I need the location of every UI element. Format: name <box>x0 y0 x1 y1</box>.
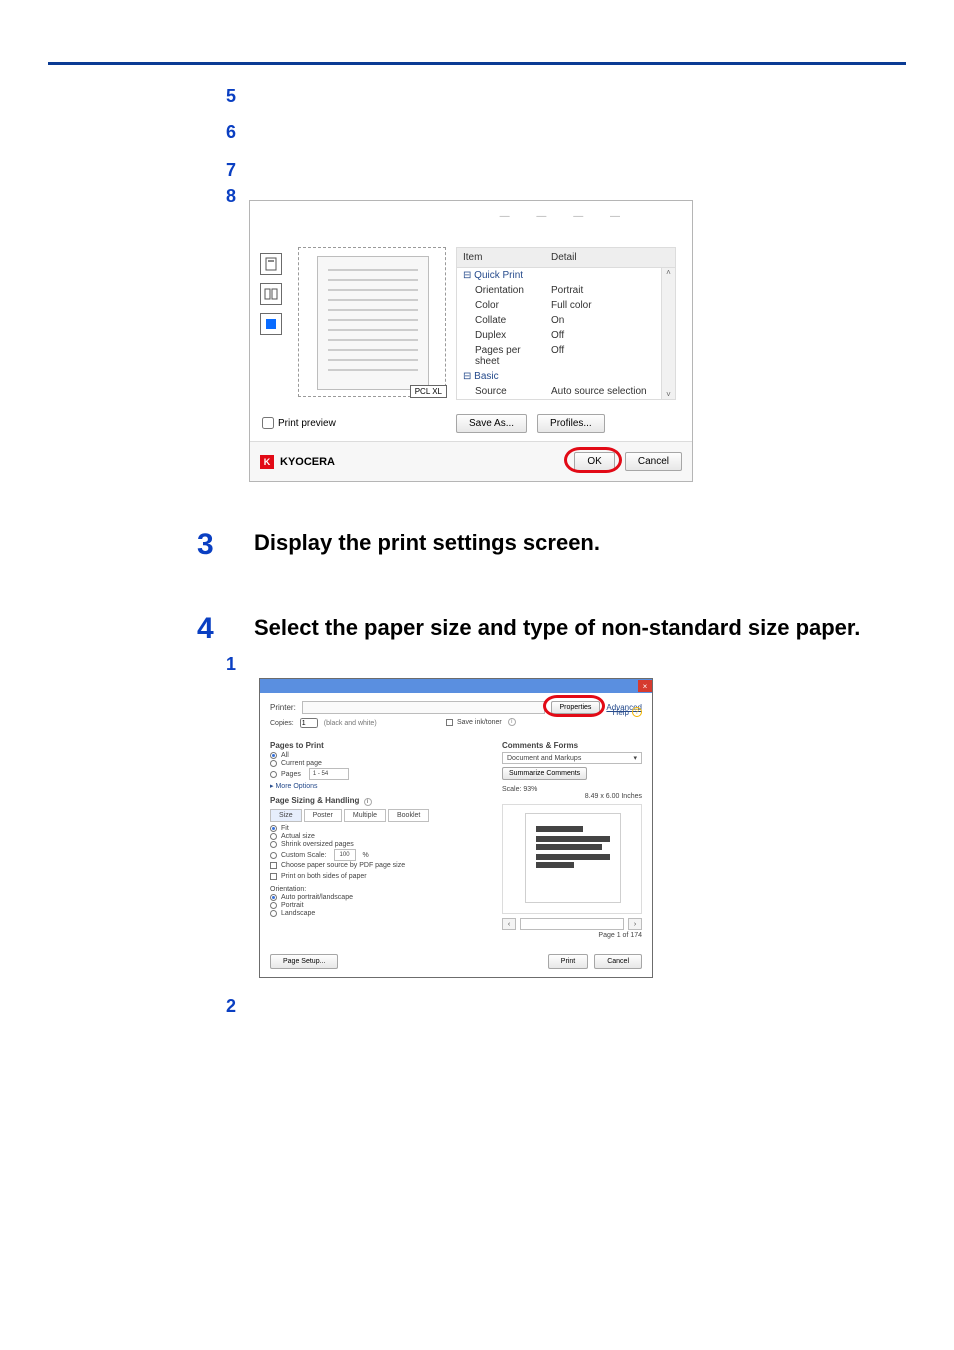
opt-fit[interactable]: Fit <box>270 825 490 832</box>
opt-all[interactable]: All <box>270 752 490 759</box>
opt-portrait[interactable]: Portrait <box>270 902 490 909</box>
more-options-toggle[interactable]: ▸ More Options <box>270 782 490 790</box>
tab-poster[interactable]: Poster <box>304 809 342 822</box>
col-item: Item <box>457 248 545 267</box>
sizing-title: Page Sizing & Handling i <box>270 796 490 806</box>
color-icon[interactable] <box>260 313 282 335</box>
step-4-title: Select the paper size and type of non-st… <box>254 615 860 641</box>
properties-button[interactable]: Properties <box>551 701 601 714</box>
info-icon-2[interactable]: i <box>364 798 372 806</box>
summarize-comments-button[interactable]: Summarize Comments <box>502 767 587 780</box>
group-quick-print[interactable]: Quick Print <box>457 268 675 283</box>
substep-7: 7 <box>226 160 236 181</box>
tab-size[interactable]: Size <box>270 809 302 822</box>
tab-booklet[interactable]: Booklet <box>388 809 429 822</box>
page-preview: PCL XL <box>298 247 446 397</box>
scroll-up-icon[interactable]: ˄ <box>666 268 671 277</box>
save-as-button[interactable]: Save As... <box>456 414 527 433</box>
substep-6: 6 <box>226 122 236 143</box>
choose-paper-source-checkbox[interactable]: Choose paper source by PDF page size <box>270 862 490 869</box>
kyocera-brand: K KYOCERA <box>260 455 335 469</box>
comments-forms-title: Comments & Forms <box>502 741 642 750</box>
group-basic[interactable]: Basic <box>457 369 675 384</box>
close-icon[interactable]: × <box>638 680 652 692</box>
page-top-rule <box>48 62 906 65</box>
page-slider[interactable] <box>520 918 624 930</box>
row-pages-per-sheet[interactable]: Pages per sheetOff <box>457 343 675 369</box>
orientation-title: Orientation: <box>270 886 490 893</box>
print-preview-thumbnail <box>502 804 642 914</box>
print-button[interactable]: Print <box>548 954 588 969</box>
substep-8: 8 <box>226 186 236 207</box>
pages-range-input[interactable]: 1 - 54 <box>309 768 349 780</box>
row-color[interactable]: ColorFull color <box>457 298 675 313</box>
step-3-title: Display the print settings screen. <box>254 530 600 556</box>
chevron-down-icon: ▾ <box>633 754 637 762</box>
printer-label: Printer: <box>270 703 296 712</box>
row-duplex[interactable]: DuplexOff <box>457 328 675 343</box>
print-dialog-titlebar[interactable]: × <box>260 679 652 693</box>
print-preview-label: Print preview <box>278 418 336 429</box>
prev-page-button[interactable]: ‹ <box>502 918 516 930</box>
print-dialog: × Printer: Properties Advanced Copies: (… <box>259 678 653 978</box>
row-copies[interactable]: Copies1 <box>457 399 675 400</box>
ok-button[interactable]: OK <box>574 452 614 471</box>
comments-forms-select[interactable]: Document and Markups▾ <box>502 752 642 764</box>
scale-readout: Scale: 93% <box>502 786 642 793</box>
orientation-icon[interactable] <box>260 253 282 275</box>
copies-input[interactable] <box>300 718 318 728</box>
printer-preferences-dialog: — — — — PCL XL Item Detail Quick Print <box>249 200 693 482</box>
pdl-badge: PCL XL <box>410 385 447 398</box>
opt-shrink[interactable]: Shrink oversized pages <box>270 841 490 848</box>
opt-custom-scale[interactable]: Custom Scale: 100 % <box>270 849 490 861</box>
brand-text: KYOCERA <box>280 456 335 468</box>
profiles-button[interactable]: Profiles... <box>537 414 605 433</box>
opt-auto-orient[interactable]: Auto portrait/landscape <box>270 894 490 901</box>
save-ink-label: Save ink/toner <box>457 719 502 726</box>
print-preview-checkbox[interactable] <box>262 417 274 429</box>
substep-4-2: 2 <box>226 996 236 1017</box>
cancel-button[interactable]: Cancel <box>625 452 682 471</box>
bw-note: (black and white) <box>324 720 377 727</box>
tab-placeholder-icon: — — — — <box>500 211 632 222</box>
pages-to-print-title: Pages to Print <box>270 741 490 750</box>
scroll-down-icon[interactable]: ˅ <box>666 390 671 399</box>
page-setup-button[interactable]: Page Setup... <box>270 954 338 969</box>
substep-5: 5 <box>226 86 236 107</box>
substep-4-1: 1 <box>226 654 236 675</box>
copies-label: Copies: <box>270 720 294 727</box>
prefs-side-icons <box>260 253 290 343</box>
step-3-number: 3 <box>197 528 214 562</box>
next-page-button[interactable]: › <box>628 918 642 930</box>
row-orientation[interactable]: OrientationPortrait <box>457 283 675 298</box>
info-icon[interactable]: i <box>508 718 516 726</box>
row-source[interactable]: SourceAuto source selection <box>457 384 675 399</box>
list-scrollbar[interactable]: ˄ ˅ <box>661 268 675 399</box>
opt-current[interactable]: Current page <box>270 760 490 767</box>
opt-actual[interactable]: Actual size <box>270 833 490 840</box>
settings-list: Item Detail Quick Print OrientationPortr… <box>456 247 676 435</box>
printer-select[interactable] <box>302 701 545 714</box>
kyocera-logo-icon: K <box>260 455 274 469</box>
page-dimensions: 8.49 x 6.00 Inches <box>502 793 642 800</box>
help-link[interactable]: Help ? <box>613 707 642 717</box>
row-collate[interactable]: CollateOn <box>457 313 675 328</box>
opt-pages[interactable]: Pages 1 - 54 <box>270 768 490 780</box>
print-cancel-button[interactable]: Cancel <box>594 954 642 969</box>
prefs-tabstrip: — — — — <box>250 201 692 241</box>
duplex-icon[interactable] <box>260 283 282 305</box>
col-detail: Detail <box>545 248 675 267</box>
save-ink-checkbox[interactable] <box>446 719 453 726</box>
custom-scale-input[interactable]: 100 <box>334 849 356 861</box>
opt-landscape[interactable]: Landscape <box>270 910 490 917</box>
help-icon: ? <box>632 707 642 717</box>
both-sides-checkbox[interactable]: Print on both sides of paper <box>270 873 490 880</box>
tab-multiple[interactable]: Multiple <box>344 809 386 822</box>
page-counter: Page 1 of 174 <box>502 932 642 939</box>
step-4-number: 4 <box>197 612 214 646</box>
